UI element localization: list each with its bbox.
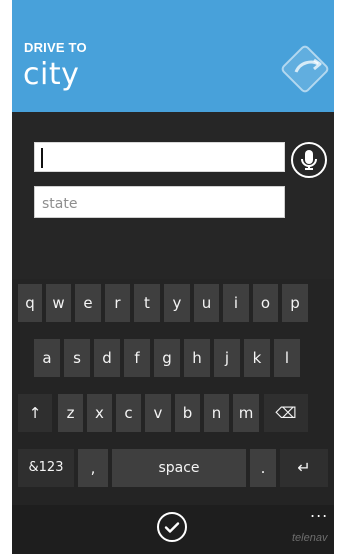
key-o[interactable]: o	[253, 284, 278, 322]
key-x[interactable]: x	[87, 394, 112, 432]
key-label: p	[290, 294, 300, 312]
key-label: j	[224, 349, 230, 367]
enter-icon: ↵	[297, 458, 311, 477]
key-p[interactable]: p	[282, 284, 308, 322]
key-w[interactable]: w	[46, 284, 71, 322]
backspace-icon: ⌫	[275, 404, 297, 422]
key-label: c	[124, 404, 133, 422]
key-label: &123	[28, 460, 64, 475]
shift-key[interactable]: ↑	[18, 394, 52, 432]
check-icon	[164, 522, 180, 533]
header-kicker: DRIVE TO	[24, 40, 87, 55]
key-label: o	[260, 294, 271, 312]
phone-screen: DRIVE TO city q w e r t y u	[0, 0, 346, 554]
key-label: s	[73, 349, 81, 367]
symbols-key[interactable]: &123	[18, 449, 74, 487]
key-i[interactable]: i	[223, 284, 249, 322]
key-n[interactable]: n	[204, 394, 229, 432]
key-label: a	[42, 349, 52, 367]
key-c[interactable]: c	[116, 394, 141, 432]
key-label: q	[25, 294, 35, 312]
key-label: e	[83, 294, 93, 312]
space-key[interactable]: space	[112, 449, 246, 487]
microphone-button[interactable]	[291, 142, 327, 178]
key-v[interactable]: v	[145, 394, 171, 432]
key-label: w	[52, 294, 65, 312]
key-label: g	[162, 349, 172, 367]
key-m[interactable]: m	[233, 394, 259, 432]
state-input-field[interactable]	[34, 186, 285, 218]
key-label: x	[95, 404, 104, 422]
app-header: DRIVE TO city	[12, 0, 334, 112]
key-label: f	[134, 349, 140, 367]
confirm-button[interactable]	[157, 512, 187, 542]
brand-watermark: telenav	[292, 532, 328, 544]
key-label: u	[201, 294, 212, 312]
key-k[interactable]: k	[244, 339, 270, 377]
key-s[interactable]: s	[64, 339, 90, 377]
more-options-button[interactable]: ...	[310, 504, 328, 520]
key-label: t	[144, 294, 150, 312]
comma-key[interactable]: ,	[78, 449, 108, 487]
key-z[interactable]: z	[58, 394, 83, 432]
key-label: d	[102, 349, 112, 367]
city-input[interactable]	[45, 146, 279, 170]
key-label: k	[252, 349, 262, 367]
text-cursor	[41, 148, 43, 168]
key-r[interactable]: r	[105, 284, 130, 322]
key-label: r	[114, 294, 121, 312]
key-label: b	[182, 404, 193, 422]
key-b[interactable]: b	[175, 394, 200, 432]
key-t[interactable]: t	[134, 284, 160, 322]
key-label: y	[172, 294, 182, 312]
telenav-navigation-logo-icon	[281, 45, 329, 93]
key-l[interactable]: l	[274, 339, 300, 377]
backspace-key[interactable]: ⌫	[264, 394, 308, 432]
state-input[interactable]	[40, 192, 282, 216]
city-input-field[interactable]	[34, 142, 285, 172]
key-f[interactable]: f	[124, 339, 150, 377]
key-label: i	[233, 294, 239, 312]
key-label: ,	[90, 459, 96, 477]
key-u[interactable]: u	[194, 284, 219, 322]
key-label: .	[260, 459, 266, 477]
key-a[interactable]: a	[34, 339, 60, 377]
enter-key[interactable]: ↵	[280, 449, 328, 487]
key-label: l	[284, 349, 290, 367]
key-h[interactable]: h	[184, 339, 210, 377]
key-label: m	[238, 404, 254, 422]
key-label: h	[192, 349, 202, 367]
page-title: city	[23, 57, 80, 92]
shift-icon: ↑	[28, 404, 42, 422]
key-g[interactable]: g	[154, 339, 180, 377]
key-e[interactable]: e	[75, 284, 101, 322]
key-label: n	[211, 404, 222, 422]
key-q[interactable]: q	[18, 284, 42, 322]
key-label: z	[66, 404, 75, 422]
key-y[interactable]: y	[164, 284, 190, 322]
key-j[interactable]: j	[214, 339, 240, 377]
key-label: space	[158, 460, 200, 476]
key-d[interactable]: d	[94, 339, 120, 377]
period-key[interactable]: .	[250, 449, 276, 487]
key-label: v	[153, 404, 163, 422]
microphone-icon	[301, 150, 317, 170]
